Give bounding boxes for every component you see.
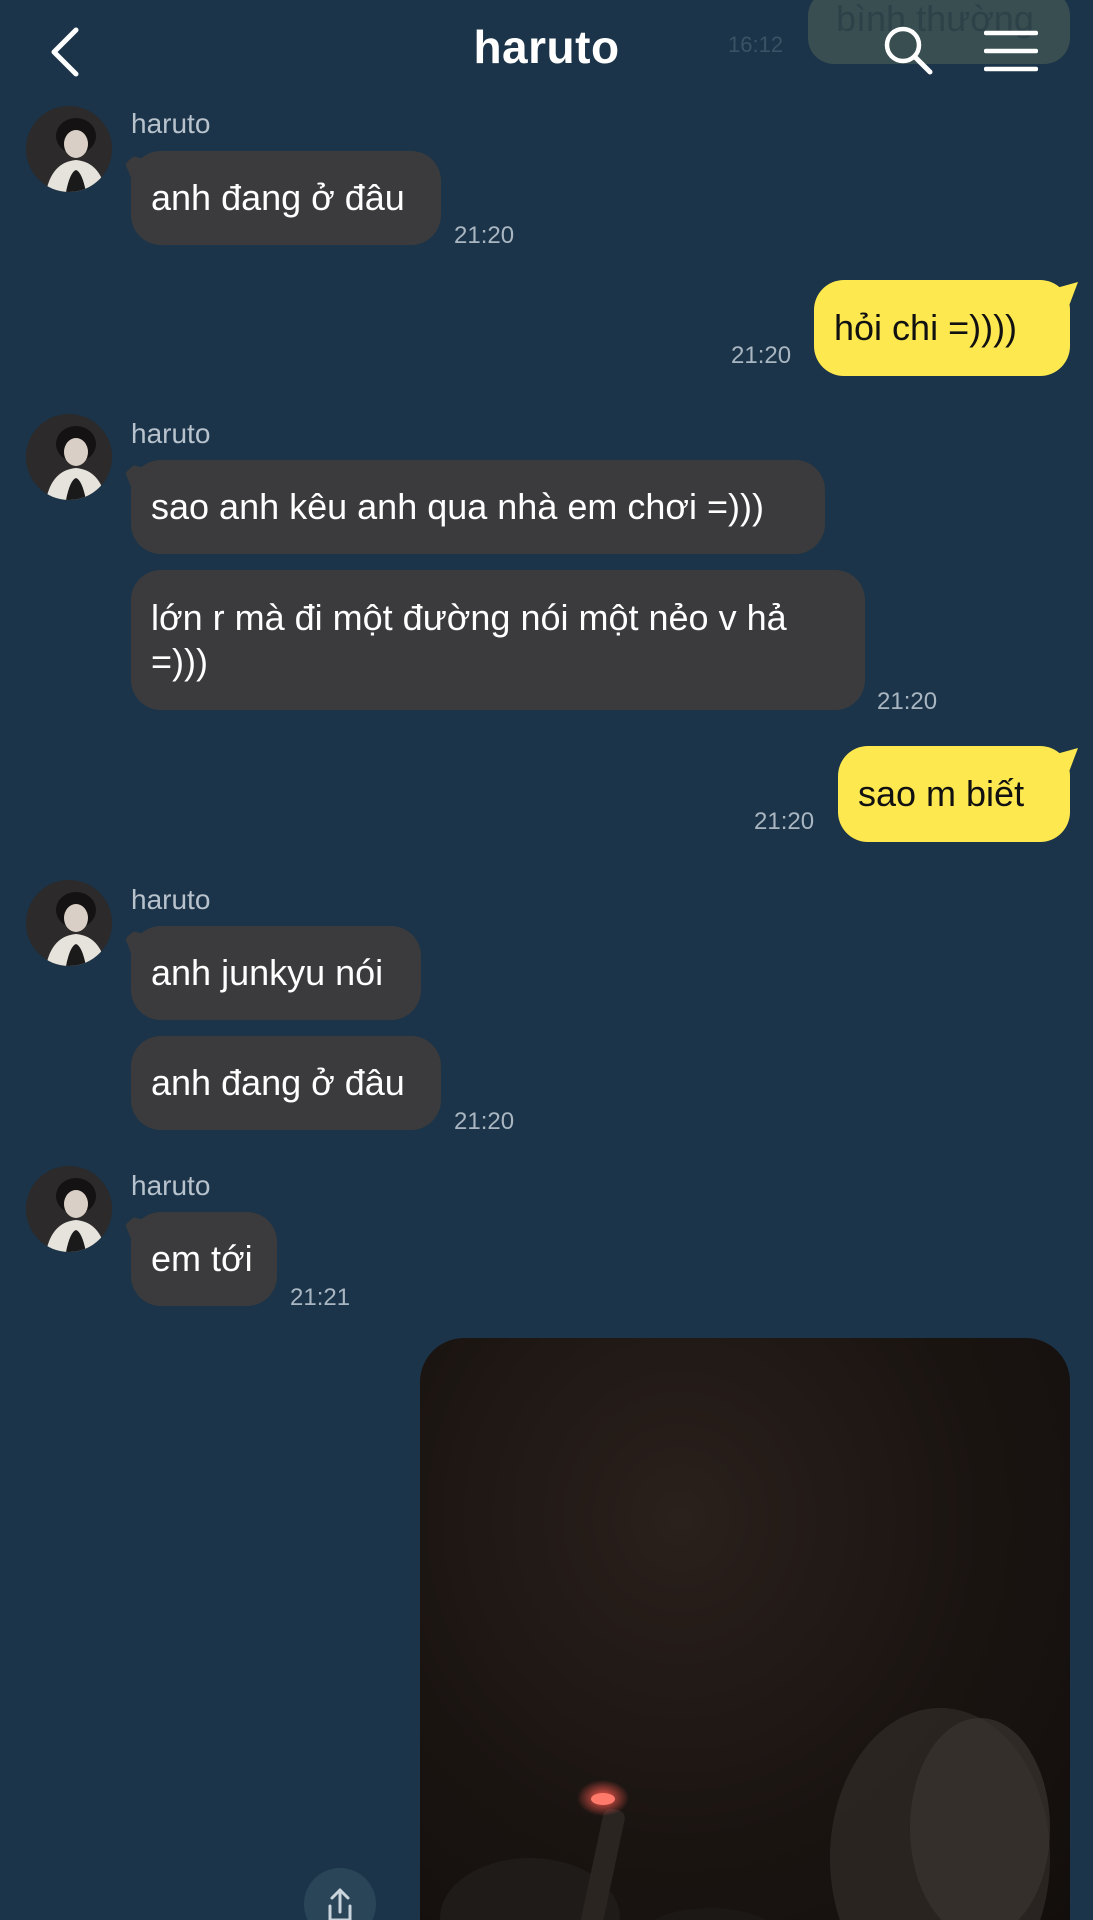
outgoing-message-bubble[interactable]: sao m biết: [838, 746, 1070, 842]
avatar[interactable]: [26, 106, 112, 192]
search-icon: [884, 26, 933, 75]
share-icon: [328, 1888, 352, 1920]
search-button[interactable]: [882, 24, 934, 76]
outgoing-message-bubble[interactable]: hỏi chi =)))): [814, 280, 1070, 376]
message-time: 21:20: [454, 222, 515, 249]
sender-name: haruto: [131, 418, 211, 449]
avatar[interactable]: [26, 880, 112, 966]
message-text: sao anh kêu anh qua nhà em chơi =))): [151, 486, 764, 527]
avatar-photo: [26, 414, 112, 500]
message-text: sao m biết: [858, 773, 1025, 814]
message-time: 21:20: [754, 808, 815, 835]
message-text: anh đang ở đâu: [151, 177, 405, 218]
incoming-message-bubble[interactable]: anh đang ở đâu: [131, 1036, 441, 1130]
sender-name: haruto: [131, 1170, 211, 1201]
message-text: hỏi chi =)))): [834, 307, 1018, 348]
message-text: anh junkyu nói: [151, 952, 384, 993]
hamburger-menu-icon: [983, 30, 1039, 72]
incoming-message-bubble[interactable]: anh đang ở đâu: [131, 151, 441, 245]
message-text: anh đang ở đâu: [151, 1062, 405, 1103]
message-time: 21:21: [290, 1284, 351, 1311]
incoming-message-bubble[interactable]: em tới: [131, 1212, 277, 1306]
message-text: em tới: [151, 1238, 253, 1279]
message-time: 21:20: [877, 688, 938, 715]
incoming-message-bubble[interactable]: lớn r mà đi một đường nói một nẻo v hả =…: [131, 570, 865, 710]
chat-header: bình thường 16:12 haruto: [0, 0, 1093, 100]
outgoing-photo-message[interactable]: [420, 1338, 1070, 1920]
avatar[interactable]: [26, 414, 112, 500]
message-time: 21:20: [731, 342, 792, 369]
sender-name: haruto: [131, 884, 211, 915]
message-time: 21:20: [454, 1108, 515, 1135]
incoming-message-bubble[interactable]: sao anh kêu anh qua nhà em chơi =))): [131, 460, 825, 554]
avatar-photo: [26, 880, 112, 966]
share-button[interactable]: [304, 1868, 376, 1920]
avatar-photo: [26, 106, 112, 192]
avatar[interactable]: [26, 1166, 112, 1252]
photo-image: [440, 1708, 1050, 1920]
message-text: lớn r mà đi một đường nói một nẻo v hả =…: [151, 597, 787, 682]
sender-name: haruto: [131, 108, 211, 139]
avatar-photo: [26, 1166, 112, 1252]
incoming-message-bubble[interactable]: anh junkyu nói: [131, 926, 421, 1020]
menu-button[interactable]: [983, 28, 1039, 74]
